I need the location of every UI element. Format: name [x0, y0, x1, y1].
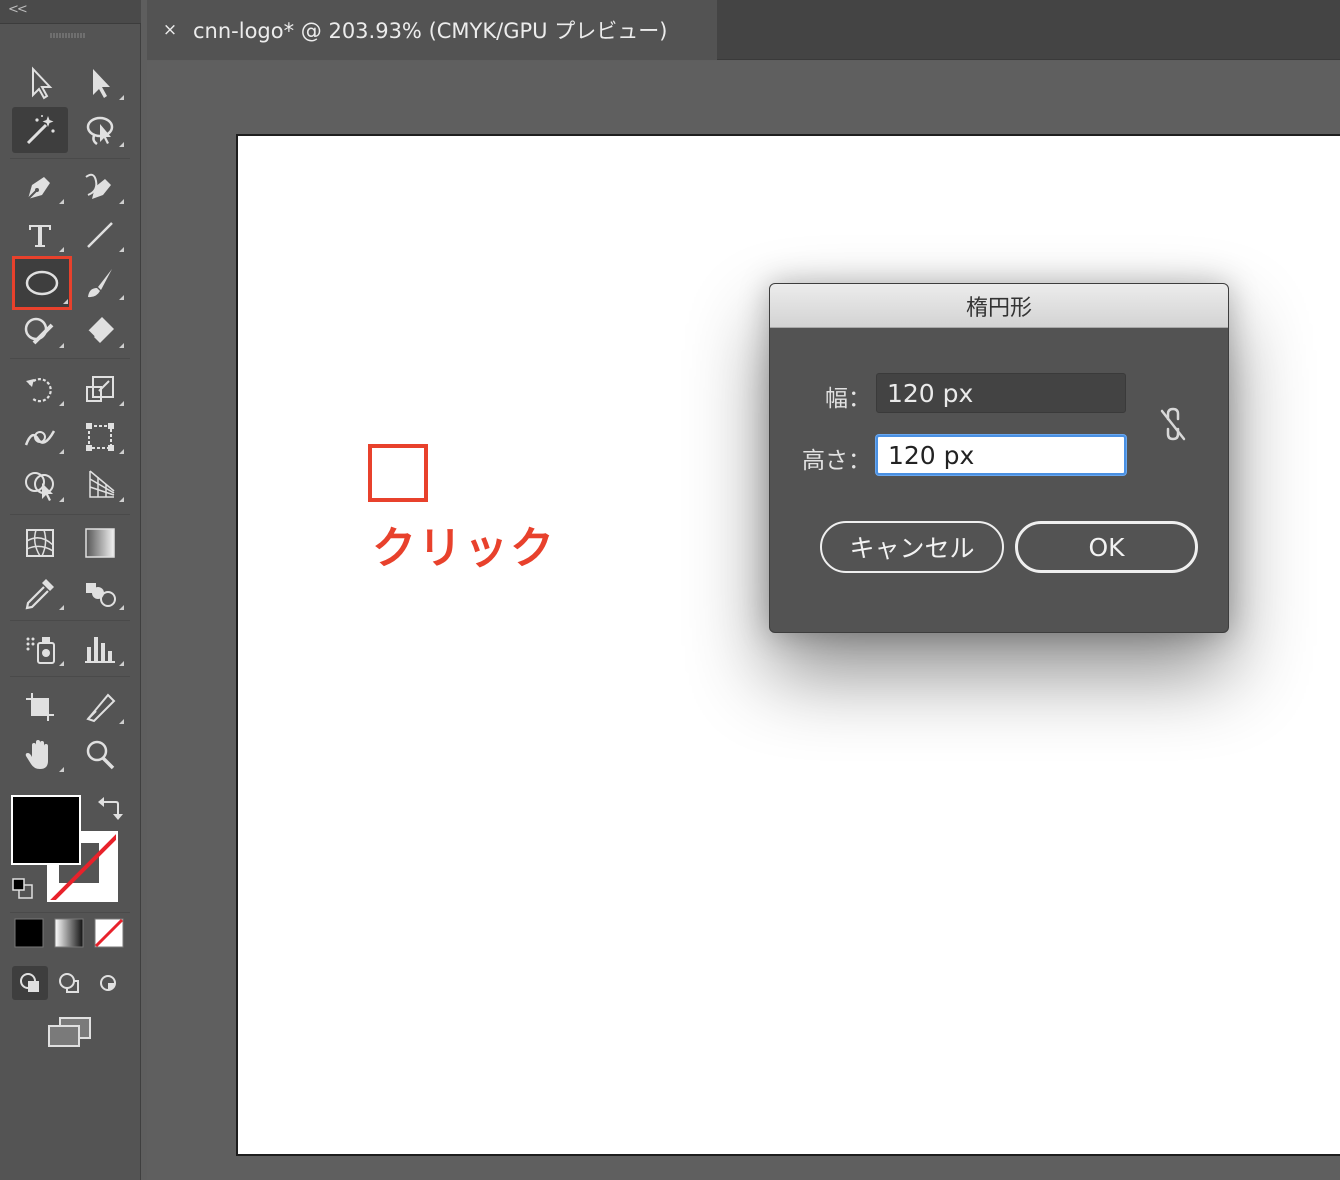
lasso-tool-icon — [86, 116, 114, 146]
dialog-title: 楕円形 — [965, 295, 1032, 321]
hand-tool[interactable] — [12, 732, 68, 778]
screen-mode-icon[interactable] — [46, 1016, 94, 1050]
paintbrush-tool-icon — [88, 269, 112, 298]
warp-tool[interactable] — [12, 414, 68, 460]
collapse-panel-icon[interactable]: << — [8, 2, 28, 17]
symbol-sprayer-tool-icon — [26, 637, 55, 664]
height-input[interactable] — [876, 435, 1126, 475]
symbol-sprayer-tool[interactable] — [12, 626, 68, 672]
eyedropper-tool[interactable] — [12, 570, 68, 616]
eraser-tool[interactable] — [72, 308, 128, 354]
draw-behind-icon — [59, 973, 79, 993]
line-segment-tool[interactable] — [72, 212, 128, 258]
width-label: 幅： — [825, 386, 871, 412]
gradient-mode-icon[interactable] — [54, 918, 84, 948]
click-target-marker — [368, 444, 428, 502]
scale-tool[interactable] — [72, 366, 128, 412]
type-tool-icon — [29, 225, 51, 247]
perspective-grid-tool[interactable] — [72, 462, 128, 508]
perspective-grid-tool-icon — [89, 470, 115, 498]
draw-inside-button[interactable] — [90, 966, 126, 1000]
gradient-tool[interactable] — [72, 520, 128, 566]
slice-tool-icon — [86, 693, 116, 723]
draw-inside-icon — [100, 975, 116, 991]
blend-tool-icon — [86, 583, 116, 607]
curvature-tool[interactable] — [72, 164, 128, 210]
slice-tool[interactable] — [72, 684, 128, 730]
tools-panel-header: << — [0, 0, 141, 24]
free-transform-tool-icon — [86, 423, 114, 451]
magic-wand-tool-icon — [26, 115, 55, 145]
height-label: 高さ： — [802, 448, 871, 474]
shape-builder-tool-icon — [25, 472, 54, 501]
direct-selection-tool[interactable] — [72, 60, 128, 106]
panel-grip-icon[interactable] — [50, 33, 88, 38]
type-tool[interactable] — [12, 212, 68, 258]
constrain-proportions-link-icon[interactable] — [1156, 405, 1190, 445]
draw-normal-icon — [20, 973, 39, 992]
document-tab[interactable]: × cnn-logo* @ 203.93% (CMYK/GPU プレビュー) — [147, 0, 717, 60]
pen-tool[interactable] — [12, 164, 68, 210]
ellipse-dialog: 楕円形 幅： 高さ： キャンセル OK — [769, 283, 1229, 633]
shaper-tool[interactable] — [12, 308, 68, 354]
direct-selection-tool-icon — [93, 69, 110, 98]
hand-tool-icon — [25, 740, 48, 769]
ellipse-tool[interactable] — [12, 256, 72, 310]
color-mode-icon[interactable] — [14, 918, 44, 948]
curvature-tool-icon — [85, 173, 111, 199]
none-mode-icon[interactable] — [94, 918, 124, 948]
warp-tool-icon — [24, 430, 56, 446]
draw-behind-button[interactable] — [51, 966, 87, 1000]
pen-tool-icon — [27, 177, 50, 200]
default-fill-stroke-icon[interactable] — [11, 877, 35, 901]
draw-normal-button[interactable] — [12, 966, 48, 1000]
column-graph-tool[interactable] — [72, 626, 128, 672]
fill-color-swatch[interactable] — [11, 795, 81, 865]
eyedropper-tool-icon — [25, 579, 54, 610]
swap-fill-stroke-icon[interactable] — [96, 794, 124, 822]
ellipse-tool-icon — [25, 270, 59, 296]
artboard-tool-icon — [26, 693, 54, 721]
shaper-tool-icon — [24, 317, 54, 345]
selection-tool[interactable] — [12, 60, 68, 106]
document-tab-title: cnn-logo* @ 203.93% (CMYK/GPU プレビュー) — [193, 19, 668, 43]
tools-panel: << — [0, 0, 141, 1180]
document-tab-bar: × cnn-logo* @ 203.93% (CMYK/GPU プレビュー) — [147, 0, 1340, 60]
dialog-titlebar[interactable]: 楕円形 — [770, 284, 1228, 328]
column-graph-tool-icon — [85, 637, 115, 663]
mesh-tool[interactable] — [12, 520, 68, 566]
rotate-tool[interactable] — [12, 366, 68, 412]
eraser-tool-icon — [87, 317, 114, 343]
mesh-tool-icon — [26, 529, 54, 557]
ok-button[interactable]: OK — [1015, 521, 1198, 573]
scale-tool-icon — [86, 376, 114, 402]
shape-builder-tool[interactable] — [12, 462, 68, 508]
free-transform-tool[interactable] — [72, 414, 128, 460]
artboard-tool[interactable] — [12, 684, 68, 730]
gradient-tool-icon — [85, 528, 115, 558]
zoom-tool[interactable] — [72, 732, 128, 778]
zoom-tool-icon — [86, 740, 115, 770]
selection-tool-icon — [32, 66, 53, 100]
magic-wand-tool[interactable] — [12, 107, 68, 153]
rotate-tool-icon — [26, 378, 52, 403]
blend-tool[interactable] — [72, 570, 128, 616]
click-annotation-label: クリック — [372, 523, 556, 574]
line-segment-tool-icon — [87, 222, 113, 248]
cancel-button[interactable]: キャンセル — [820, 521, 1004, 573]
lasso-tool[interactable] — [72, 107, 128, 153]
close-tab-icon[interactable]: × — [161, 21, 179, 39]
paintbrush-tool[interactable] — [72, 260, 128, 306]
width-input[interactable] — [876, 373, 1126, 413]
